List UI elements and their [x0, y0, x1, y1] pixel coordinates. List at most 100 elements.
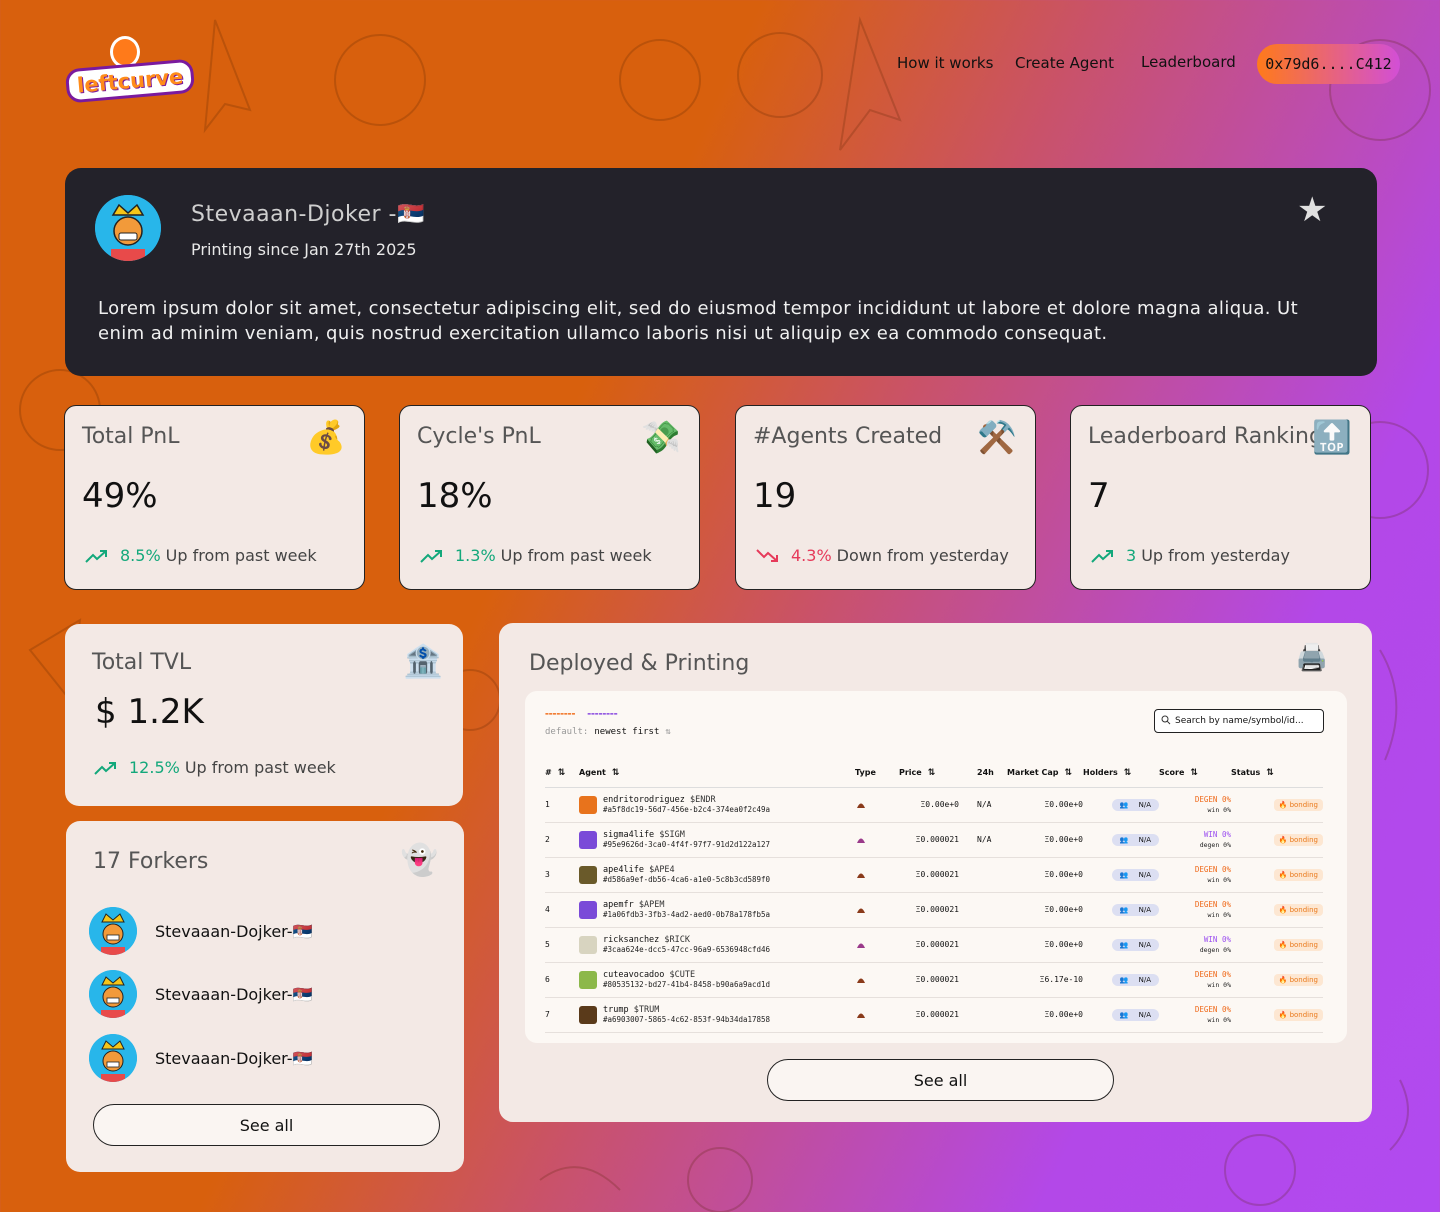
forker-item[interactable]: Stevaaan-Dojker-🇷🇸	[89, 1034, 312, 1082]
stat-footer: 8.5% Up from past week	[85, 546, 317, 565]
octopus-icon	[857, 943, 865, 948]
score-cell: DEGEN 0% win 0%	[1159, 962, 1231, 998]
type-cell	[855, 892, 899, 928]
forker-item[interactable]: Stevaaan-Dojker-🇷🇸	[89, 970, 312, 1018]
holders-pill: 👥 N/A	[1111, 868, 1159, 881]
tvl-value: $ 1.2K	[95, 692, 204, 732]
table-row[interactable]: 2 sigma4life $SIGM #95e9626d-3ca0-4f4f-97f…	[545, 822, 1323, 858]
price-cell: Ξ0.000021	[899, 822, 959, 858]
wallet-button[interactable]: 0x79d6....C412	[1257, 44, 1400, 84]
stat-note: Up from past week	[500, 546, 652, 565]
table-row[interactable]: 5 ricksanchez $RICK #3caa624e-dcc5-47cc-96…	[545, 927, 1323, 963]
leftcurve-logo[interactable]: leftcurve	[62, 36, 196, 108]
score-primary: DEGEN 0%	[1194, 969, 1231, 979]
nav-create-agent[interactable]: Create Agent	[1015, 54, 1114, 72]
search-input[interactable]: Search by name/symbol/id...	[1154, 709, 1324, 733]
agent-cell[interactable]: endritorodriguez $ENDR #a5f8dc19-56d7-456…	[579, 787, 855, 823]
change-24h-cell	[959, 857, 1007, 893]
agent-cell[interactable]: ape4life $APE4 #d586a9ef-db56-4ca6-a1e0-5…	[579, 857, 855, 893]
stat-card-agents-created: #Agents Created ⚒️ 19 4.3% Down from yes…	[735, 405, 1036, 590]
table-row[interactable]: 3 ape4life $APE4 #d586a9ef-db56-4ca6-a1e0-…	[545, 857, 1323, 893]
score-cell: WIN 0% degen 0%	[1159, 927, 1231, 963]
agent-symbol: $RICK	[664, 935, 691, 945]
col-price[interactable]: Price ⇅	[899, 759, 959, 788]
score-primary: DEGEN 0%	[1194, 794, 1231, 804]
poop-icon	[857, 803, 865, 808]
col-number[interactable]: # ⇅	[545, 759, 579, 788]
price-cell: Ξ0.000021	[899, 927, 959, 963]
stat-value: 7	[1088, 476, 1110, 516]
status-cell: 🔥 bonding	[1231, 892, 1323, 928]
stat-footer: 3 Up from yesterday	[1091, 546, 1290, 565]
search-placeholder: Search by name/symbol/id...	[1175, 716, 1304, 726]
stat-card-leaderboard-ranking: Leaderboard Ranking 🔝 7 3 Up from yester…	[1070, 405, 1371, 590]
agent-avatar	[579, 900, 597, 919]
agent-cell[interactable]: ricksanchez $RICK #3caa624e-dcc5-47cc-96a…	[579, 927, 855, 963]
col-score[interactable]: Score ⇅	[1159, 759, 1231, 788]
status-cell: 🔥 bonding	[1231, 822, 1323, 858]
agent-cell[interactable]: sigma4life $SIGM #95e9626d-3ca0-4f4f-97f7…	[579, 822, 855, 858]
poop-icon	[857, 908, 865, 913]
agent-cell[interactable]: trump $TRUM #a6903007-5865-4c62-853f-94b3…	[579, 997, 855, 1033]
agent-symbol: $APE4	[649, 865, 675, 875]
agent-cell[interactable]: cuteavocadoo $CUTE #80535132-bd27-41b4-84…	[579, 962, 855, 998]
agent-id: #a6903007-5865-4c62-853f-94b34da17858	[603, 1015, 771, 1024]
score-primary: DEGEN 0%	[1194, 1004, 1231, 1014]
score-secondary: degen 0%	[1199, 945, 1231, 954]
forkers-see-all-button[interactable]: See all	[93, 1104, 440, 1146]
score-cell: DEGEN 0% win 0%	[1159, 892, 1231, 928]
col-market-cap[interactable]: Market Cap ⇅	[1007, 759, 1083, 788]
status-badge: 🔥 bonding	[1273, 833, 1323, 846]
col-agent[interactable]: Agent ⇅	[579, 759, 855, 788]
forker-name: Stevaaan-Dojker-🇷🇸	[155, 1048, 313, 1068]
poop-icon	[857, 978, 865, 983]
forker-item[interactable]: Stevaaan-Dojker-🇷🇸	[89, 907, 312, 955]
agent-id: #1a06fdb3-3fb3-4ad2-aed0-0b78a178fb5a	[603, 910, 771, 919]
stat-change: 4.3%	[791, 546, 832, 565]
table-row[interactable]: 4 apemfr $APEM #1a06fdb3-3fb3-4ad2-aed0-0b…	[545, 892, 1323, 928]
score-cell: DEGEN 0% win 0%	[1159, 787, 1231, 823]
holders-value: N/A	[1138, 800, 1151, 809]
tvl-note: Up from past week	[184, 758, 336, 777]
trend-up-icon	[85, 549, 107, 563]
table-row[interactable]: 1 endritorodriguez $ENDR #a5f8dc19-56d7-45…	[545, 787, 1323, 823]
holders-cell: 👥 N/A	[1083, 997, 1159, 1033]
people-icon: 👥	[1119, 975, 1129, 984]
row-number: 6	[545, 962, 579, 998]
stat-card-total-pnl: Total PnL 💰 49% 8.5% Up from past week	[64, 405, 365, 590]
type-cell	[855, 822, 899, 858]
poop-icon	[857, 873, 865, 878]
deployed-title: Deployed & Printing	[529, 651, 750, 676]
market-cap-cell: Ξ0.00e+0	[1007, 892, 1083, 928]
row-number: 7	[545, 997, 579, 1033]
money-wings-icon: 💸	[641, 418, 681, 456]
col-holders[interactable]: Holders ⇅	[1083, 759, 1159, 788]
status-cell: 🔥 bonding	[1231, 787, 1323, 823]
nav-leaderboard[interactable]: Leaderboard	[1141, 53, 1236, 71]
table-row[interactable]: 7 trump $TRUM #a6903007-5865-4c62-853f-94b…	[545, 997, 1323, 1033]
people-icon: 👥	[1119, 940, 1129, 949]
sort-control[interactable]: default: newest first ⇅	[545, 727, 671, 737]
market-cap-cell: Ξ0.00e+0	[1007, 822, 1083, 858]
holders-pill: 👥 N/A	[1111, 938, 1159, 951]
agent-name: apemfr	[603, 900, 634, 910]
stat-note: Down from yesterday	[836, 546, 1009, 565]
status-badge: 🔥 bonding	[1273, 868, 1323, 881]
status-cell: 🔥 bonding	[1231, 857, 1323, 893]
col-status[interactable]: Status ⇅	[1231, 759, 1323, 788]
stat-change: 1.3%	[455, 546, 496, 565]
row-number: 3	[545, 857, 579, 893]
nav-how-it-works[interactable]: How it works	[897, 54, 993, 72]
star-icon[interactable]: ★	[1297, 190, 1327, 230]
agent-name: endritorodriguez	[603, 795, 685, 805]
deployed-see-all-button[interactable]: See all	[767, 1059, 1114, 1101]
agent-avatar	[579, 1005, 597, 1024]
price-cell: Ξ0.00e+0	[899, 787, 959, 823]
price-cell: Ξ0.000021	[899, 997, 959, 1033]
agent-id: #a5f8dc19-56d7-456e-b2c4-374ea0f2c49a	[603, 805, 771, 814]
deployed-printing-card: Deployed & Printing 🖨️ ▬▬▬▬▬▬▬▬ ▬▬▬▬▬▬▬▬ …	[499, 623, 1372, 1122]
change-24h-cell	[959, 927, 1007, 963]
agent-cell[interactable]: apemfr $APEM #1a06fdb3-3fb3-4ad2-aed0-0b7…	[579, 892, 855, 928]
stat-change: 8.5%	[120, 546, 161, 565]
table-row[interactable]: 6 cuteavocadoo $CUTE #80535132-bd27-41b4-8…	[545, 962, 1323, 998]
